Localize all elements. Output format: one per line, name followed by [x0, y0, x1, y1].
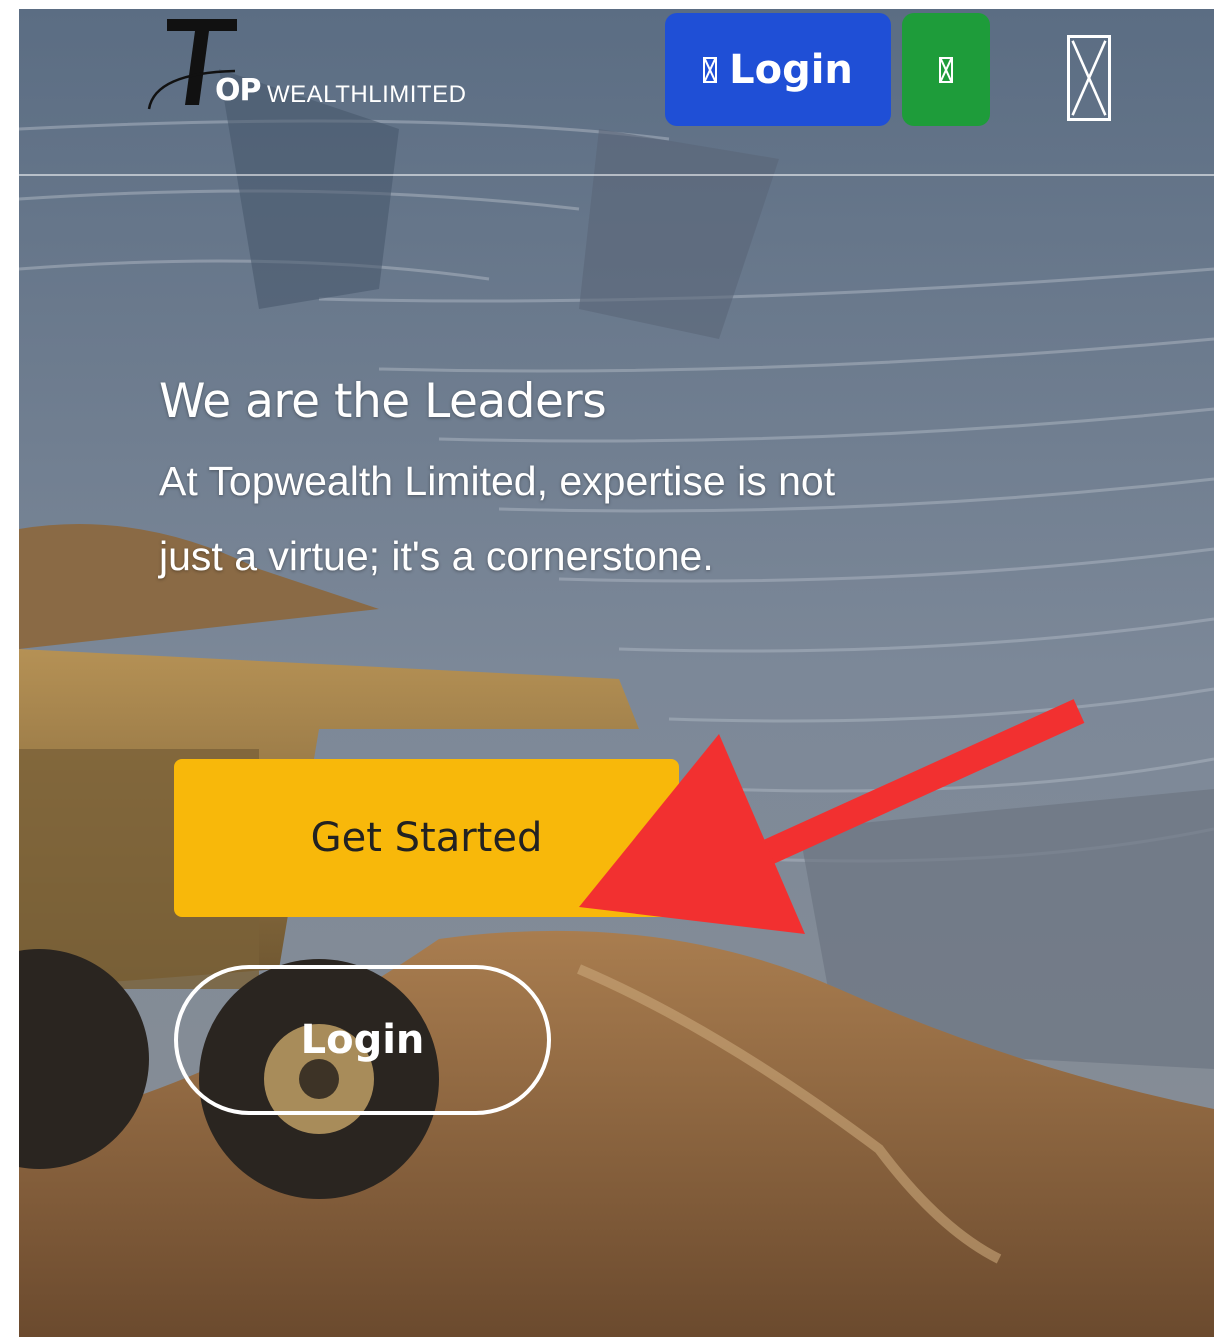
- header-login-label: Login: [729, 46, 853, 93]
- header-login-button[interactable]: Login: [665, 13, 891, 126]
- header-green-button[interactable]: [902, 13, 990, 126]
- hero-body-text: At Topwealth Limited, expertise is not j…: [159, 458, 836, 579]
- header-divider: [19, 174, 1214, 176]
- background-image: [19, 9, 1214, 1337]
- logo-wealth-text: WEALTHLIMITED: [267, 81, 467, 108]
- app-screen: OP WEALTHLIMITED Login We are the Leader…: [19, 9, 1214, 1337]
- missing-glyph-icon: [703, 56, 718, 83]
- hero-login-button[interactable]: Login: [174, 965, 551, 1115]
- site-header: OP WEALTHLIMITED Login: [19, 9, 1214, 176]
- menu-toggle-button[interactable]: [1067, 35, 1111, 121]
- missing-glyph-icon: [1071, 40, 1107, 116]
- logo-op-text: OP: [215, 73, 261, 108]
- missing-glyph-icon: [939, 56, 953, 83]
- hero-title: We are the Leaders: [159, 374, 607, 429]
- get-started-button[interactable]: Get Started: [174, 759, 679, 917]
- site-logo[interactable]: OP WEALTHLIMITED: [145, 13, 525, 113]
